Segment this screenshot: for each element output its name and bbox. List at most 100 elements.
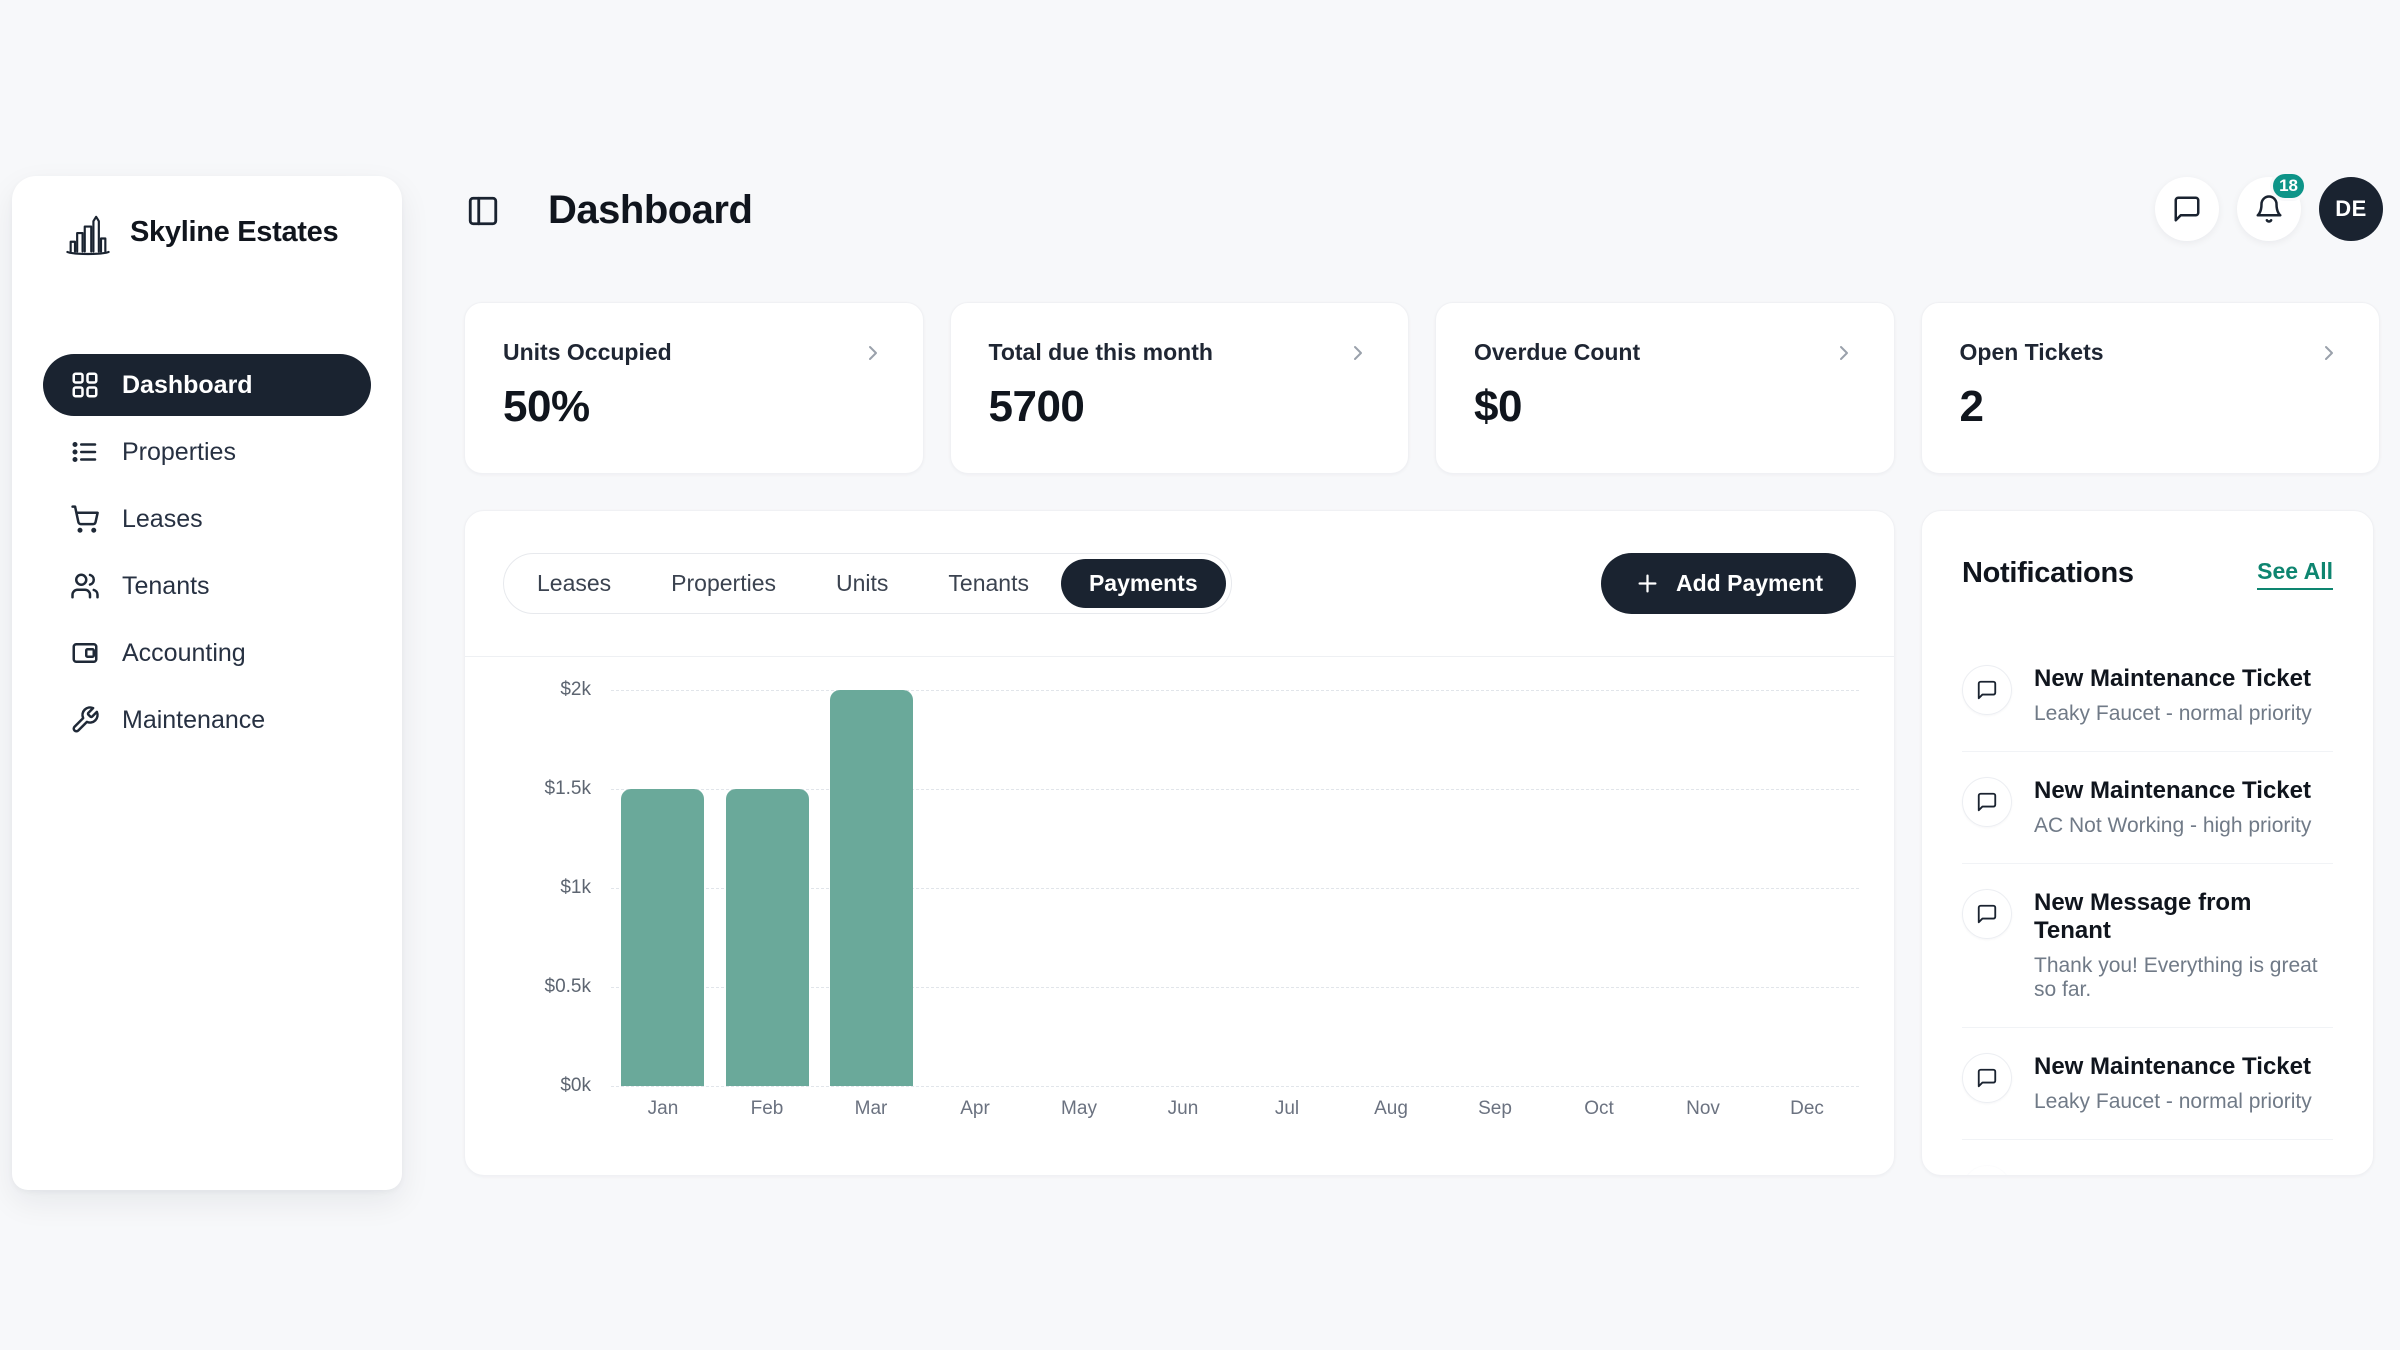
chart-gridline [611,690,1859,691]
header-actions: 18 DE [2155,177,2383,241]
plus-icon [1634,570,1661,597]
messages-button[interactable] [2155,177,2219,241]
stat-label: Open Tickets [1960,339,2104,366]
skyline-logo-icon [62,206,114,258]
tab-units[interactable]: Units [808,559,916,608]
y-tick-label: $0k [560,1075,591,1097]
chevron-right-icon [1832,341,1856,365]
stat-value: 5700 [989,382,1371,432]
notification-description: AC Not Working - high priority [2034,814,2311,838]
sidebar-item-label: Tenants [122,572,210,601]
x-tick-label: Oct [1547,1098,1651,1120]
notification-item-partial [1962,1140,2333,1176]
tab-tenants[interactable]: Tenants [920,559,1057,608]
notification-description: Thank you! Everything is great so far. [2034,954,2333,1002]
user-avatar[interactable]: DE [2319,177,2383,241]
notification-title: New Maintenance Ticket [2034,777,2311,805]
notification-item[interactable]: New Maintenance Ticket AC Not Working - … [1962,752,2333,864]
sidebar-item-maintenance[interactable]: Maintenance [43,689,371,751]
sidebar-item-accounting[interactable]: Accounting [43,622,371,684]
payments-bar-chart: $0k$0.5k$1k$1.5k$2k JanFebMarAprMayJunJu… [503,690,1859,1120]
chart-plot [611,690,1859,1086]
stat-label: Overdue Count [1474,339,1640,366]
x-tick-label: Apr [923,1098,1027,1120]
chart-bar [726,789,809,1086]
payments-chart-card: Leases Properties Units Tenants Payments… [464,510,1895,1176]
cart-icon [70,504,100,534]
stat-value: $0 [1474,382,1856,432]
chevron-right-icon [2317,341,2341,365]
sidebar-item-label: Leases [122,505,203,534]
x-tick-label: Sep [1443,1098,1547,1120]
notifications-panel: Notifications See All New Maintenance Ti… [1921,510,2374,1176]
notification-title: New Message from Tenant [2034,889,2333,945]
notification-count-badge: 18 [2270,171,2307,201]
notifications-button[interactable]: 18 [2237,177,2301,241]
message-bubble-icon [2172,194,2202,224]
page-title: Dashboard [548,188,752,233]
chart-bar [830,690,913,1086]
stat-label: Total due this month [989,339,1213,366]
notification-title: New Maintenance Ticket [2034,665,2312,693]
x-tick-label: Dec [1755,1098,1859,1120]
sidebar-item-label: Properties [122,438,236,467]
stat-label: Units Occupied [503,339,672,366]
notification-item[interactable]: New Maintenance Ticket Leaky Faucet - no… [1962,1028,2333,1140]
x-tick-label: Mar [819,1098,923,1120]
sidebar-item-label: Maintenance [122,706,265,735]
sidebar-item-properties[interactable]: Properties [43,421,371,483]
x-tick-label: Jul [1235,1098,1339,1120]
add-payment-label: Add Payment [1676,570,1823,597]
chevron-right-icon [861,341,885,365]
message-bubble-icon [1962,665,2012,715]
divider [465,656,1894,657]
stat-cards-row: Units Occupied 50% Total due this month … [464,302,2380,474]
tab-payments[interactable]: Payments [1061,559,1226,608]
y-tick-label: $1k [560,877,591,899]
sidebar-item-tenants[interactable]: Tenants [43,555,371,617]
sidebar-item-dashboard[interactable]: Dashboard [43,354,371,416]
users-icon [70,571,100,601]
message-bubble-icon [1962,1165,2012,1176]
wrench-icon [70,705,100,735]
stat-card-total-due[interactable]: Total due this month 5700 [950,302,1410,474]
notifications-title: Notifications [1962,557,2134,590]
stat-value: 50% [503,382,885,432]
y-tick-label: $2k [560,679,591,701]
x-tick-label: Nov [1651,1098,1755,1120]
message-bubble-icon [1962,1053,2012,1103]
list-icon [70,437,100,467]
stat-card-overdue-count[interactable]: Overdue Count $0 [1435,302,1895,474]
x-tick-label: Jan [611,1098,715,1120]
see-all-link[interactable]: See All [2257,558,2333,590]
sidebar: Skyline Estates Dashboard Properties [12,176,402,1190]
sidebar-item-label: Accounting [122,639,246,668]
stat-card-units-occupied[interactable]: Units Occupied 50% [464,302,924,474]
chart-bar [621,789,704,1086]
sidebar-nav: Dashboard Properties Leases [12,354,402,751]
tab-leases[interactable]: Leases [509,559,639,608]
message-bubble-icon [1962,777,2012,827]
x-tick-label: Aug [1339,1098,1443,1120]
message-bubble-icon [1962,889,2012,939]
notification-item[interactable]: New Maintenance Ticket Leaky Faucet - no… [1962,640,2333,752]
sidebar-item-leases[interactable]: Leases [43,488,371,550]
x-tick-label: May [1027,1098,1131,1120]
sidebar-item-label: Dashboard [122,371,253,400]
stat-value: 2 [1960,382,2342,432]
chart-ylabels: $0k$0.5k$1k$1.5k$2k [503,690,591,1086]
wallet-icon [70,638,100,668]
notification-item[interactable]: New Message from Tenant Thank you! Every… [1962,864,2333,1028]
sidebar-toggle-button[interactable] [466,192,504,230]
app-name: Skyline Estates [130,216,338,249]
y-tick-label: $1.5k [545,778,591,800]
x-tick-label: Jun [1131,1098,1235,1120]
stat-card-open-tickets[interactable]: Open Tickets 2 [1921,302,2381,474]
grid-icon [70,370,100,400]
add-payment-button[interactable]: Add Payment [1601,553,1856,614]
chevron-right-icon [1346,341,1370,365]
notifications-list: New Maintenance Ticket Leaky Faucet - no… [1962,640,2333,1176]
content-tab-group: Leases Properties Units Tenants Payments [503,553,1232,614]
notification-description: Leaky Faucet - normal priority [2034,1090,2312,1114]
tab-properties[interactable]: Properties [643,559,804,608]
